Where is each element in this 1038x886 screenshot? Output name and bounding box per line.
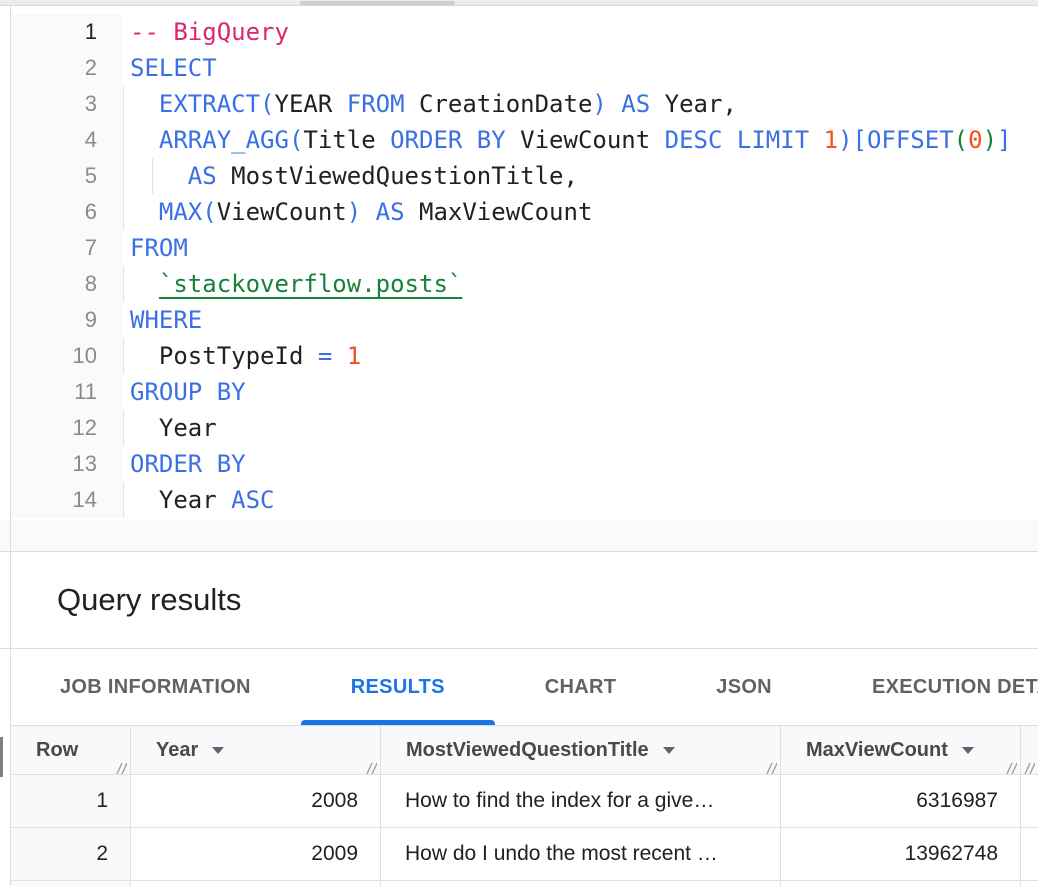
table-cell[interactable]: 1 [11, 775, 131, 828]
line-number: 1 [11, 14, 97, 50]
line-number: 13 [11, 446, 97, 482]
line-number: 12 [11, 410, 97, 446]
column-header-next-clipped [1021, 726, 1038, 775]
results-tabs: JOB INFORMATIONRESULTSCHARTJSONEXECUTION… [10, 649, 1038, 726]
column-resize-icon[interactable] [114, 758, 127, 771]
results-table: Row Year MostViewedQuestionTitle MaxViewCou… [11, 726, 1038, 886]
code-line[interactable]: FROM [123, 230, 1038, 266]
tab-json[interactable]: JSON [666, 649, 822, 725]
code-line[interactable]: Year [123, 410, 1038, 446]
column-resize-icon[interactable] [364, 758, 377, 771]
vertical-scrollbar-thumb[interactable] [0, 737, 3, 777]
code-line[interactable]: ORDER BY [123, 446, 1038, 482]
sort-dropdown-icon[interactable] [962, 747, 974, 754]
column-resize-icon[interactable] [764, 758, 777, 771]
column-header-label: MaxViewCount [806, 739, 948, 762]
table-cell-sliver [1021, 775, 1038, 828]
code-line[interactable]: AS MostViewedQuestionTitle, [123, 158, 1038, 194]
column-header-label: Row [36, 739, 78, 762]
table-cell[interactable]: 13962748 [781, 828, 1021, 881]
column-resize-icon[interactable] [1004, 758, 1017, 771]
line-number: 14 [11, 482, 97, 518]
code-line[interactable]: Year ASC [123, 482, 1038, 518]
editor-bottom-filler [0, 520, 1038, 552]
indent-guide [123, 338, 124, 374]
line-number-gutter: 1234567891011121314 [11, 14, 123, 518]
line-number: 5 [11, 158, 97, 194]
indent-guide [123, 158, 124, 194]
line-number: 10 [11, 338, 97, 374]
code-line[interactable]: MAX(ViewCount) AS MaxViewCount [123, 194, 1038, 230]
table-row-partial [11, 881, 1038, 886]
table-cell[interactable] [781, 881, 1021, 886]
table-row: 12008How to find the index for a give…63… [11, 775, 1038, 828]
table-cell[interactable]: How do I undo the most recent … [381, 828, 781, 881]
table-cell-sliver [1021, 828, 1038, 881]
table-cell[interactable]: 2009 [131, 828, 381, 881]
column-header-label: Year [156, 739, 198, 762]
indent-guide [123, 482, 124, 518]
column-header-mostviewedquestiontitle[interactable]: MostViewedQuestionTitle [381, 726, 781, 775]
query-results-header: Query results [0, 552, 1038, 649]
line-number: 7 [11, 230, 97, 266]
table-cell[interactable]: 2008 [131, 775, 381, 828]
table-header-row: Row Year MostViewedQuestionTitle MaxViewCou… [11, 726, 1038, 775]
table-cell[interactable]: How to find the index for a give… [381, 775, 781, 828]
column-header-year[interactable]: Year [131, 726, 381, 775]
bigquery-query-panel: 1234567891011121314 -- BigQuerySELECT EX… [0, 0, 1038, 886]
indent-guide [123, 266, 124, 302]
indent-guide [123, 86, 124, 122]
horizontal-scrollbar-thumb[interactable] [300, 1, 455, 5]
panel-left-border [10, 6, 11, 886]
indent-guide [123, 122, 124, 158]
tab-execution-details[interactable]: EXECUTION DETAILS [822, 649, 1038, 725]
line-number: 8 [11, 266, 97, 302]
line-number: 6 [11, 194, 97, 230]
table-cell[interactable]: 6316987 [781, 775, 1021, 828]
code-line[interactable]: GROUP BY [123, 374, 1038, 410]
column-header-maxviewcount[interactable]: MaxViewCount [781, 726, 1021, 775]
page-title: Query results [57, 582, 241, 618]
tab-job-information[interactable]: JOB INFORMATION [10, 649, 301, 725]
table-cell[interactable] [131, 881, 381, 886]
table-body: 12008How to find the index for a give…63… [11, 775, 1038, 886]
tab-results[interactable]: RESULTS [301, 649, 495, 725]
line-number: 11 [11, 374, 97, 410]
line-number: 3 [11, 86, 97, 122]
code-line[interactable]: -- BigQuery [123, 14, 1038, 50]
code-line[interactable]: ARRAY_AGG(Title ORDER BY ViewCount DESC … [123, 122, 1038, 158]
indent-guide [123, 194, 124, 230]
column-header-label: MostViewedQuestionTitle [406, 739, 649, 762]
table-row: 22009How do I undo the most recent …1396… [11, 828, 1038, 881]
horizontal-scrollbar[interactable] [0, 0, 1038, 6]
table-cell-sliver [1021, 881, 1038, 886]
code-line[interactable]: WHERE [123, 302, 1038, 338]
sql-editor[interactable]: 1234567891011121314 -- BigQuerySELECT EX… [11, 6, 1038, 520]
tab-chart[interactable]: CHART [495, 649, 667, 725]
code-area[interactable]: -- BigQuerySELECT EXTRACT(YEAR FROM Crea… [123, 14, 1038, 518]
line-number: 2 [11, 50, 97, 86]
indent-guide [152, 158, 153, 194]
column-header-row[interactable]: Row [11, 726, 131, 775]
table-cell[interactable] [381, 881, 781, 886]
table-cell[interactable] [11, 881, 131, 886]
line-number: 9 [11, 302, 97, 338]
code-line[interactable]: PostTypeId = 1 [123, 338, 1038, 374]
column-resize-icon[interactable] [1022, 758, 1035, 771]
code-line[interactable]: `stackoverflow.posts` [123, 266, 1038, 302]
indent-guide [123, 410, 124, 446]
sort-dropdown-icon[interactable] [212, 747, 224, 754]
sort-dropdown-icon[interactable] [663, 747, 675, 754]
code-line[interactable]: EXTRACT(YEAR FROM CreationDate) AS Year, [123, 86, 1038, 122]
line-number: 4 [11, 122, 97, 158]
code-line[interactable]: SELECT [123, 50, 1038, 86]
table-cell[interactable]: 2 [11, 828, 131, 881]
